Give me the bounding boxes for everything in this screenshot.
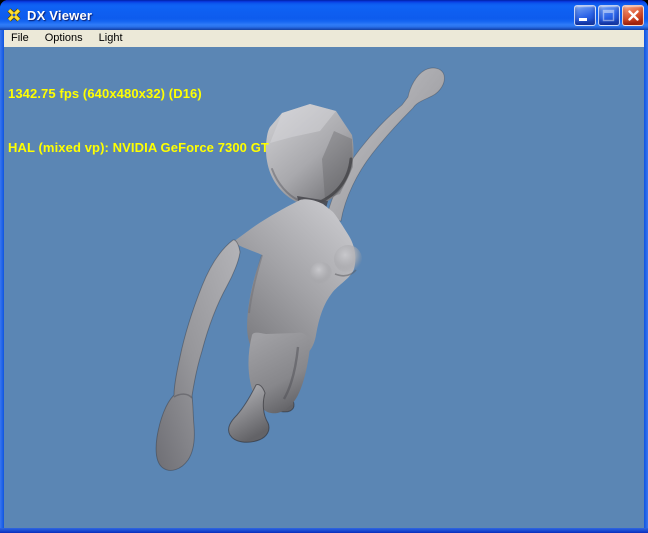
window-border-right	[644, 30, 648, 528]
minimize-icon	[579, 17, 587, 21]
fps-stats-line: 1342.75 fps (640x480x32) (D16)	[8, 86, 202, 101]
window-border-bottom	[0, 528, 648, 533]
render-viewport[interactable]: 1342.75 fps (640x480x32) (D16) HAL (mixe…	[4, 47, 644, 528]
maximize-button[interactable]	[598, 4, 620, 26]
directx-logo-icon[interactable]	[6, 7, 22, 23]
close-button[interactable]	[622, 4, 644, 26]
close-icon	[627, 9, 639, 21]
menu-item-options[interactable]: Options	[37, 30, 91, 47]
title-bar[interactable]: DX Viewer	[0, 0, 648, 30]
stats-overlay: 1342.75 fps (640x480x32) (D16) HAL (mixe…	[8, 49, 269, 193]
menu-bar: File Options Light	[4, 30, 644, 47]
model-head	[266, 104, 354, 206]
device-stats-line: HAL (mixed vp): NVIDIA GeForce 7300 GT	[8, 140, 269, 155]
model-left-arm	[155, 239, 241, 471]
menu-item-light[interactable]: Light	[91, 30, 131, 47]
model-front-foot	[228, 384, 270, 443]
model-breast-highlight	[334, 245, 362, 273]
minimize-button[interactable]	[574, 4, 596, 26]
dx-viewer-window: DX Viewer File Options Light 1342.75 fps…	[0, 0, 648, 533]
window-title: DX Viewer	[27, 7, 93, 23]
maximize-icon	[602, 9, 615, 21]
window-controls	[574, 4, 648, 26]
menu-item-file[interactable]: File	[4, 30, 37, 47]
model-breast-highlight	[310, 262, 332, 284]
